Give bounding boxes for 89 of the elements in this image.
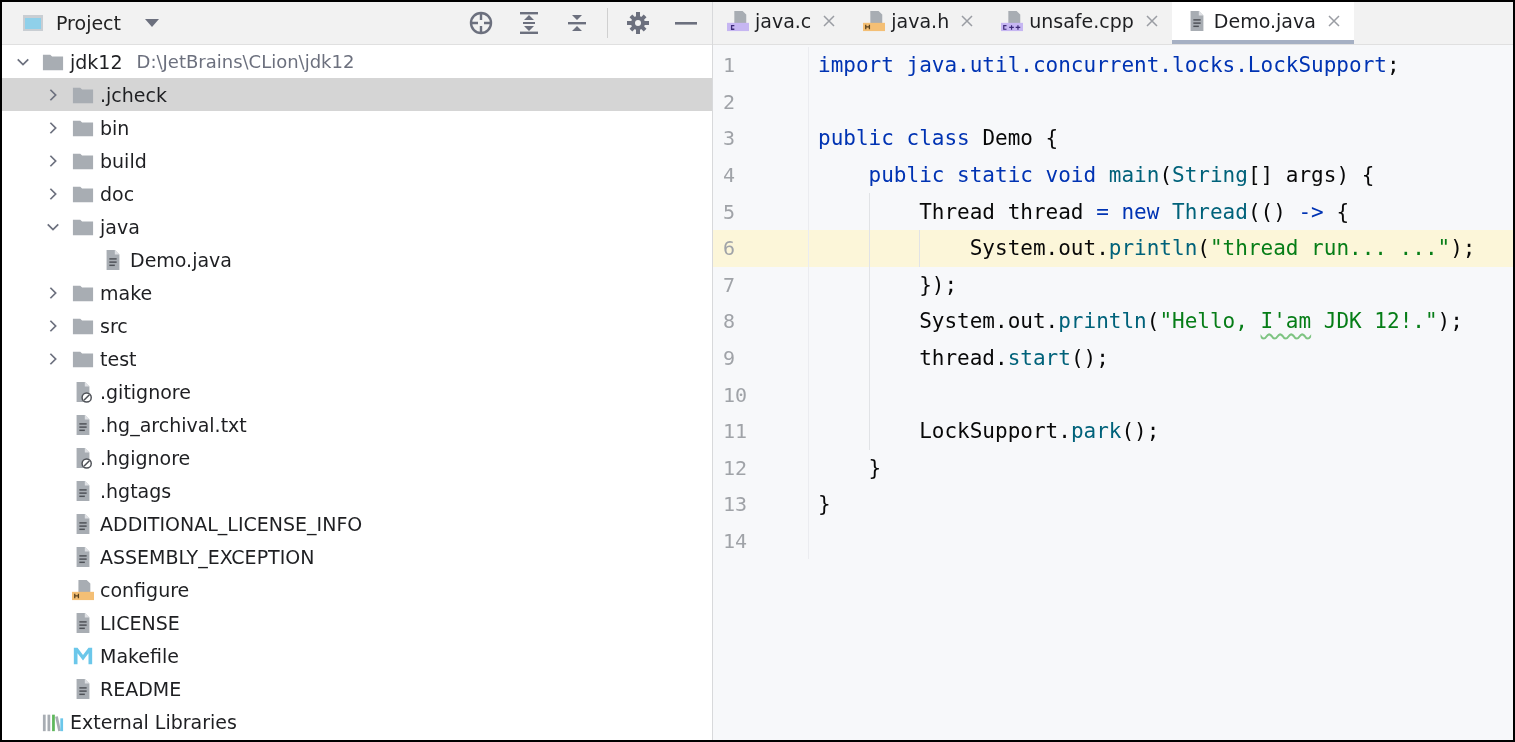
editor-tab[interactable]: Demo.java bbox=[1171, 2, 1354, 44]
tree-item-label: make bbox=[100, 281, 153, 304]
close-icon[interactable] bbox=[961, 15, 974, 27]
code-line: public static void main(String[] args) { bbox=[867, 163, 1375, 188]
code-line: System.out.println("thread run... ..."); bbox=[968, 236, 1476, 261]
tree-item-label: java bbox=[100, 215, 140, 238]
line-number: 14 bbox=[713, 522, 809, 560]
tree-item[interactable]: .jcheck bbox=[2, 78, 712, 111]
header-file-icon bbox=[863, 9, 886, 33]
tree-item[interactable]: .hg_archival.txt bbox=[2, 408, 712, 441]
tab-label: java.c bbox=[755, 10, 812, 32]
tree-item-label: .jcheck bbox=[100, 83, 167, 106]
tree-item-label: test bbox=[100, 347, 137, 370]
tree-item[interactable]: build bbox=[2, 144, 712, 177]
tree-item[interactable]: Demo.java bbox=[2, 243, 712, 276]
tree-item[interactable]: jdk12 D:\JetBrains\CLion\jdk12 bbox=[2, 45, 712, 78]
line-number: 11 bbox=[713, 412, 809, 450]
code-line: LockSupport.park(); bbox=[918, 419, 1160, 444]
tree-item[interactable]: configure bbox=[2, 573, 712, 606]
tab-label: Demo.java bbox=[1213, 10, 1316, 32]
tree-item[interactable]: src bbox=[2, 309, 712, 342]
tree-item[interactable]: make bbox=[2, 276, 712, 309]
tree-item-label: Demo.java bbox=[130, 248, 232, 271]
tree-item-label: LICENSE bbox=[100, 611, 180, 634]
tree-item[interactable]: .hgignore bbox=[2, 441, 712, 474]
tree-item-label: bin bbox=[100, 116, 130, 139]
tree-item[interactable]: doc bbox=[2, 177, 712, 210]
tree-item[interactable]: java bbox=[2, 210, 712, 243]
tree-item-label: build bbox=[100, 149, 147, 172]
line-number: 1 bbox=[713, 47, 809, 84]
close-icon[interactable] bbox=[823, 15, 836, 27]
tree-item[interactable]: test bbox=[2, 342, 712, 375]
code-line: Thread thread = new Thread(() -> { bbox=[918, 199, 1350, 224]
tree-item[interactable]: .gitignore bbox=[2, 375, 712, 408]
tab-label: java.h bbox=[891, 10, 950, 32]
tree-item-label: ADDITIONAL_LICENSE_INFO bbox=[100, 512, 363, 535]
line-number: 13 bbox=[713, 486, 809, 523]
tab-label: unsafe.cpp bbox=[1029, 10, 1134, 32]
project-window-icon bbox=[22, 14, 44, 32]
tree-item-label: .gitignore bbox=[100, 380, 191, 403]
tree-item-label: src bbox=[100, 314, 128, 337]
code-line: public class Demo { bbox=[818, 126, 1059, 151]
line-number: 2 bbox=[713, 83, 809, 121]
settings-icon[interactable] bbox=[626, 11, 650, 35]
tree-item-label: ASSEMBLY_EXCEPTION bbox=[100, 545, 315, 568]
header-file-icon bbox=[72, 578, 94, 601]
tree-item[interactable]: README bbox=[2, 672, 712, 705]
tree-item-label: .hgignore bbox=[100, 446, 191, 469]
editor-tab[interactable]: unsafe.cpp bbox=[987, 2, 1172, 44]
line-number: 12 bbox=[713, 449, 809, 487]
code-line: System.out.println("Hello, I'am JDK 12!."); bbox=[918, 309, 1463, 334]
tree-item[interactable]: ADDITIONAL_LICENSE_INFO bbox=[2, 507, 712, 540]
line-number: 7 bbox=[713, 266, 809, 304]
line-number: 10 bbox=[713, 376, 809, 413]
project-path: D:\JetBrains\CLion\jdk12 bbox=[136, 51, 355, 72]
tree-item-label: doc bbox=[100, 182, 135, 205]
line-number: 9 bbox=[713, 339, 809, 377]
tree-item[interactable]: External Libraries bbox=[2, 705, 712, 738]
tree-item-label: Makefile bbox=[100, 644, 179, 667]
code-line: }); bbox=[918, 272, 958, 297]
editor-tab[interactable]: java.h bbox=[849, 2, 988, 44]
code-line: } bbox=[867, 455, 882, 480]
cpp-file-icon bbox=[1001, 9, 1024, 33]
tree-item[interactable]: .hgtags bbox=[2, 474, 712, 507]
tree-item[interactable]: LICENSE bbox=[2, 606, 712, 639]
close-icon[interactable] bbox=[1327, 15, 1340, 27]
expand-all-icon[interactable] bbox=[517, 11, 541, 35]
code-line: thread.start(); bbox=[918, 346, 1109, 371]
tree-item[interactable]: ASSEMBLY_EXCEPTION bbox=[2, 540, 712, 573]
line-number: 5 bbox=[713, 193, 809, 230]
code-line: import java.util.concurrent.locks.LockSupport; bbox=[818, 53, 1400, 78]
c-file-icon bbox=[727, 9, 749, 33]
close-icon[interactable] bbox=[1145, 15, 1158, 27]
locate-icon[interactable] bbox=[469, 11, 493, 35]
tree-item-label: .hgtags bbox=[100, 479, 172, 502]
tree-item-label: README bbox=[100, 677, 182, 700]
tree-item-label: External Libraries bbox=[70, 710, 237, 733]
dropdown-icon[interactable] bbox=[145, 19, 159, 27]
code-line: } bbox=[818, 492, 831, 517]
tree-item-label: .hg_archival.txt bbox=[100, 413, 247, 436]
tree-item[interactable]: bin bbox=[2, 111, 712, 144]
line-number: 4 bbox=[713, 156, 809, 194]
line-number: 8 bbox=[713, 303, 809, 340]
line-number: 3 bbox=[713, 120, 809, 157]
tree-item[interactable]: Makefile bbox=[2, 639, 712, 672]
editor-tab[interactable]: java.c bbox=[713, 2, 850, 44]
panel-title[interactable]: Project bbox=[56, 12, 121, 34]
tree-item-label: jdk12 bbox=[70, 50, 123, 73]
tree-item-label: configure bbox=[100, 578, 190, 601]
